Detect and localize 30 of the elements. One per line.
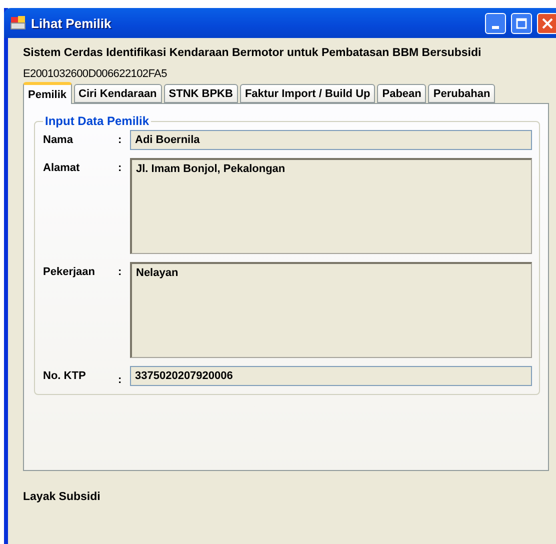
tab[interactable]: Pabean [377,84,426,103]
colon: : [118,373,123,386]
minimize-icon [492,26,499,28]
text-area[interactable]: Nelayan [130,262,532,358]
tab[interactable]: STNK BPKB [164,84,238,103]
tab[interactable]: Faktur Import / Build Up [240,84,376,103]
colon: : [118,133,123,146]
field-label: No. KTP [43,369,87,382]
window-title: Lihat Pemilik [31,16,112,30]
status-label: Layak Subsidi [23,491,102,503]
app-icon [10,15,26,31]
tab[interactable]: Ciri Kendaraan [74,84,162,103]
colon: : [118,265,123,278]
field-label: Nama [43,133,74,146]
close-icon [542,18,553,28]
field-label: Pekerjaan [43,265,96,278]
maximize-icon [516,18,527,28]
group-title: Input Data Pemilik [44,114,150,128]
text-field[interactable]: Adi Boernila [130,130,532,150]
colon: : [118,161,123,174]
app-heading: Sistem Cerdas Identifikasi Kendaraan Bermotor untuk Pembatasan BBM Bersubsidi [23,46,482,61]
tab[interactable]: Perubahan [428,84,496,103]
tag-id: E2001032600D006622102FA5 [23,67,168,81]
minimize-button[interactable] [485,12,506,34]
tab[interactable]: Pemilik [23,82,72,104]
maximize-button[interactable] [511,12,532,34]
text-field[interactable]: 3375020207920006 [130,366,532,386]
field-label: Alamat [43,161,81,174]
text-area[interactable]: Jl. Imam Bonjol, Pekalongan [130,158,532,254]
close-button[interactable] [537,12,556,34]
